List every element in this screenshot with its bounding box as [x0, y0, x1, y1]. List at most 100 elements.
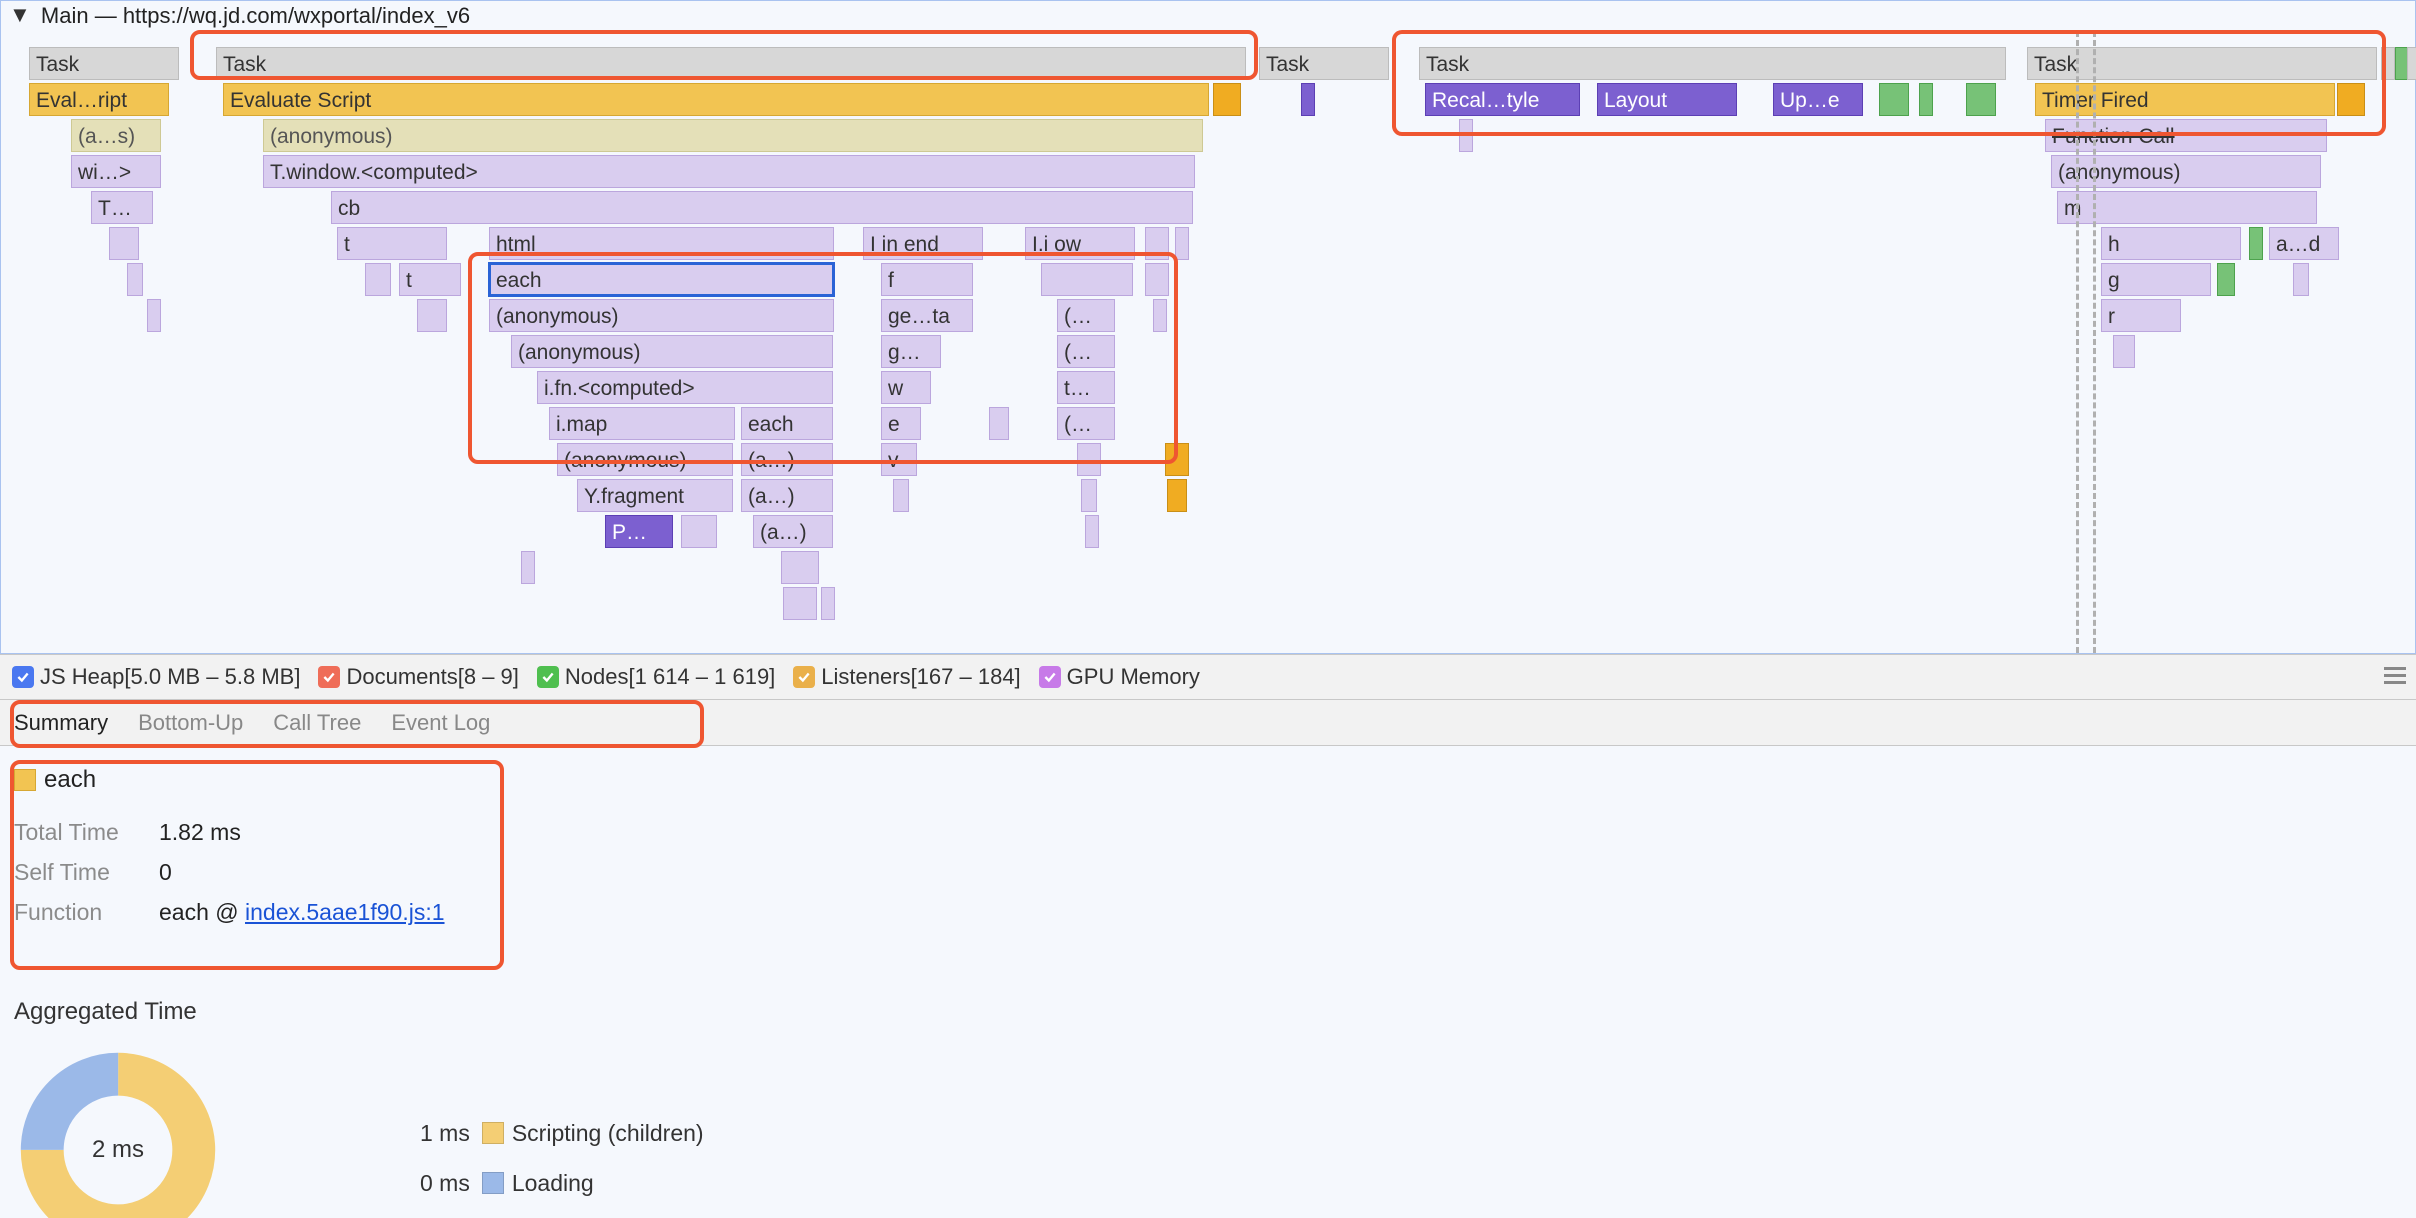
tab-call-tree[interactable]: Call Tree	[273, 710, 361, 736]
flame-bar[interactable]	[1459, 119, 1473, 152]
flame-bar[interactable]: Up…e	[1773, 83, 1863, 116]
flame-bar[interactable]: wi…>	[71, 155, 161, 188]
flame-bar[interactable]: r	[2101, 299, 2181, 332]
flame-bar[interactable]: Task	[29, 47, 179, 80]
flame-bar[interactable]: Task	[1419, 47, 2006, 80]
memory-counter[interactable]: Listeners[167 – 184]	[793, 664, 1020, 690]
flame-bar[interactable]: g…	[881, 335, 941, 368]
flame-bar[interactable]	[2293, 263, 2309, 296]
flame-bar[interactable]: T.window.<computed>	[263, 155, 1195, 188]
flame-bar[interactable]: Function Call	[2045, 119, 2327, 152]
flame-bar[interactable]	[1077, 443, 1101, 476]
flame-bar[interactable]: (…	[1057, 407, 1115, 440]
flame-bar[interactable]	[2217, 263, 2235, 296]
flame-bar[interactable]	[783, 587, 817, 620]
flame-bar[interactable]	[1153, 299, 1167, 332]
flame-chart[interactable]: ▼ Main — https://wq.jd.com/wxportal/inde…	[0, 0, 2416, 654]
flame-bar[interactable]: Y.fragment	[577, 479, 733, 512]
flame-bar[interactable]	[2337, 83, 2365, 116]
flame-bar[interactable]	[989, 407, 1009, 440]
tab-summary[interactable]: Summary	[14, 710, 108, 736]
flame-bar[interactable]: Timer Fired	[2035, 83, 2335, 116]
flame-bar[interactable]: each	[489, 263, 834, 296]
flame-bar[interactable]	[1081, 479, 1097, 512]
flame-bar[interactable]: m	[2057, 191, 2317, 224]
checkbox-icon[interactable]	[1039, 666, 1061, 688]
flame-bar[interactable]	[821, 587, 835, 620]
checkbox-icon[interactable]	[537, 666, 559, 688]
flame-bar[interactable]: (a…)	[741, 443, 833, 476]
flame-bar[interactable]	[2113, 335, 2135, 368]
memory-counter[interactable]: JS Heap[5.0 MB – 5.8 MB]	[12, 664, 300, 690]
flame-bar[interactable]: f	[881, 263, 973, 296]
checkbox-icon[interactable]	[793, 666, 815, 688]
flame-bar[interactable]: (…	[1057, 335, 1115, 368]
flame-bar[interactable]	[1966, 83, 1996, 116]
flame-bar[interactable]: each	[741, 407, 833, 440]
checkbox-icon[interactable]	[318, 666, 340, 688]
flame-bar[interactable]: i.map	[549, 407, 735, 440]
flame-bar[interactable]: h	[2101, 227, 2241, 260]
flame-bar[interactable]	[1167, 479, 1187, 512]
flame-bar[interactable]: ge…ta	[881, 299, 973, 332]
flame-bar[interactable]	[2381, 47, 2395, 80]
disclosure-triangle-icon[interactable]: ▼	[9, 2, 31, 28]
flame-bar[interactable]	[1919, 83, 1933, 116]
flame-bar[interactable]: I in end	[863, 227, 983, 260]
main-thread-header[interactable]: ▼ Main — https://wq.jd.com/wxportal/inde…	[9, 3, 470, 29]
summary-source-link[interactable]: index.5aae1f90.js:1	[245, 899, 445, 925]
flame-bar[interactable]: I.i ow	[1025, 227, 1135, 260]
flame-bar[interactable]	[2407, 47, 2416, 80]
checkbox-icon[interactable]	[12, 666, 34, 688]
flame-bar[interactable]	[681, 515, 717, 548]
flame-bar[interactable]: Task	[216, 47, 1246, 80]
flame-bar[interactable]	[1301, 83, 1315, 116]
flame-bar[interactable]: Recal…tyle	[1425, 83, 1580, 116]
flame-bar[interactable]: (a…)	[753, 515, 833, 548]
flame-bar[interactable]: cb	[331, 191, 1193, 224]
flame-bar[interactable]: (a…s)	[71, 119, 161, 152]
flame-bar[interactable]: Evaluate Script	[223, 83, 1209, 116]
memory-counter[interactable]: Nodes[1 614 – 1 619]	[537, 664, 775, 690]
flame-bar[interactable]	[781, 551, 819, 584]
flame-bar[interactable]: i.fn.<computed>	[537, 371, 833, 404]
flame-bar[interactable]: a…d	[2269, 227, 2339, 260]
memory-counter[interactable]: Documents[8 – 9]	[318, 664, 518, 690]
flame-bar[interactable]	[1041, 263, 1133, 296]
flame-bar[interactable]	[365, 263, 391, 296]
flame-bar[interactable]: t…	[1057, 371, 1115, 404]
hamburger-icon[interactable]	[2384, 667, 2406, 685]
flame-bar[interactable]	[1145, 263, 1169, 296]
flame-bar[interactable]	[1879, 83, 1909, 116]
flame-bar[interactable]: T…	[91, 191, 153, 224]
flame-bar[interactable]: Eval…ript	[29, 83, 169, 116]
flame-bar[interactable]: (anonymous)	[2051, 155, 2321, 188]
flame-bar[interactable]: P…	[605, 515, 673, 548]
flame-bar[interactable]	[1213, 83, 1241, 116]
tab-event-log[interactable]: Event Log	[391, 710, 490, 736]
flame-bar[interactable]: g	[2101, 263, 2211, 296]
flame-bar[interactable]	[1085, 515, 1099, 548]
flame-bar[interactable]	[127, 263, 143, 296]
flame-bar[interactable]: (a…)	[741, 479, 833, 512]
flame-bar[interactable]	[2249, 227, 2263, 260]
flame-bar[interactable]: Task	[2027, 47, 2377, 80]
memory-counter[interactable]: GPU Memory	[1039, 664, 1200, 690]
flame-bar[interactable]: t	[337, 227, 447, 260]
flame-bar[interactable]	[1165, 443, 1189, 476]
flame-bar[interactable]: t	[399, 263, 461, 296]
flame-bar[interactable]	[417, 299, 447, 332]
flame-bar[interactable]: e	[881, 407, 921, 440]
tab-bottom-up[interactable]: Bottom-Up	[138, 710, 243, 736]
flame-bar[interactable]: (anonymous)	[557, 443, 733, 476]
flame-bar[interactable]: (anonymous)	[489, 299, 834, 332]
flame-bar[interactable]: Task	[1259, 47, 1389, 80]
flame-bar[interactable]: v	[881, 443, 917, 476]
flame-bar[interactable]: w	[881, 371, 931, 404]
flame-bar[interactable]: (anonymous)	[511, 335, 833, 368]
flame-bar[interactable]	[521, 551, 535, 584]
flame-bar[interactable]	[893, 479, 909, 512]
flame-bar[interactable]: Layout	[1597, 83, 1737, 116]
flame-bar[interactable]: html	[489, 227, 834, 260]
flame-bar[interactable]	[1175, 227, 1189, 260]
